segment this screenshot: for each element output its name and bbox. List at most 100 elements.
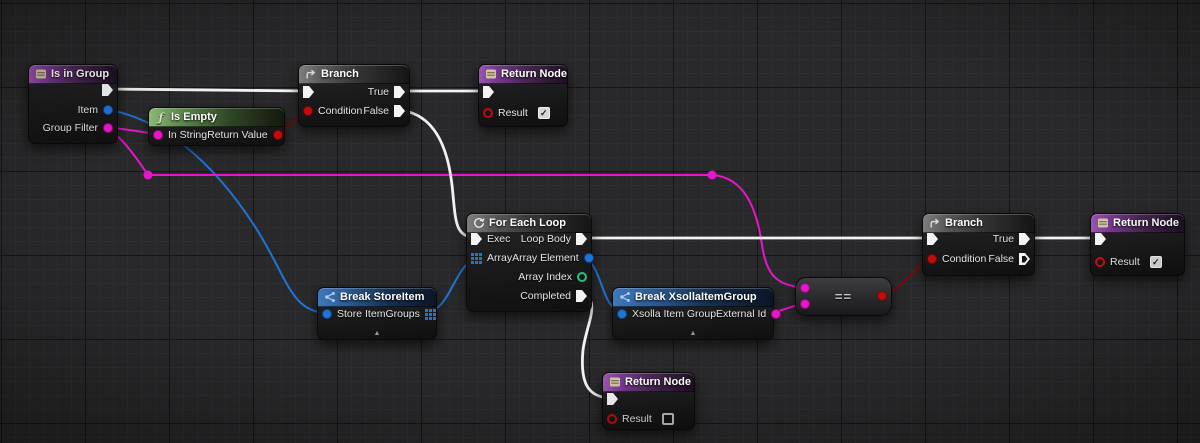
result-checkbox[interactable] [662,413,674,425]
pin-xsolla-item-group[interactable] [617,309,627,319]
pin-label: Return Value [207,129,268,141]
node-title: For Each Loop [489,217,566,229]
result-checkbox[interactable]: ✓ [1150,256,1162,268]
break-struct-icon [619,291,631,303]
pin-condition[interactable] [927,254,937,264]
pin-label: Array [487,252,512,264]
pin-result[interactable] [607,414,617,424]
pin-row: Completed [471,287,587,305]
pin-array[interactable] [471,253,482,264]
pin-completed-exec[interactable] [576,290,587,302]
pin-pin-exec[interactable] [1095,233,1106,245]
pin-label: Xsolla Item Group [632,308,716,320]
pin-exec-exec[interactable] [471,233,482,245]
pin-groups[interactable] [425,309,436,320]
pin-true-exec[interactable] [1019,233,1030,245]
expand-pins-arrow[interactable]: ▲ [613,329,773,338]
pin-label: Store Item [337,308,385,320]
pin-in-string[interactable] [153,130,163,140]
node-header[interactable]: For Each Loop [467,214,591,233]
macro-sheet-icon [609,376,621,388]
pin-condition[interactable] [303,106,313,116]
node-title: Return Node [501,68,567,80]
node-header[interactable]: Branch [923,214,1034,233]
pin-row: ConditionFalse [303,102,405,120]
pin-label: Condition [318,105,362,117]
node-branch-1[interactable]: Branch True ConditionFalse [298,64,410,127]
pin-label: Result [498,107,528,119]
pin-row: ArrayArray Element [471,249,587,267]
pin-label: Result [622,413,652,425]
pin-label: Array Element [512,252,579,264]
pin-row: Result ✓ [483,104,563,122]
pin-result[interactable] [483,108,493,118]
node-header[interactable]: Return Node [603,373,694,392]
pin-result[interactable] [1095,257,1105,267]
pin-pin-exec[interactable] [483,86,494,98]
branch-icon [929,217,941,229]
pin-array-element[interactable] [584,253,594,263]
result-checkbox[interactable]: ✓ [538,107,550,119]
node-header[interactable]: Is in Group [29,65,117,84]
pin-group-filter[interactable] [103,123,113,133]
pin-label: Item [78,104,98,116]
pin-false-exec[interactable] [1019,253,1030,265]
pin-pin-exec[interactable] [102,84,113,96]
pin-label: True [993,233,1014,245]
pin-label: External Id [716,308,766,320]
node-header[interactable]: Return Node [1091,214,1184,233]
reroute-pin[interactable] [708,171,717,180]
node-equals-equals[interactable]: == [795,277,892,316]
pin-row: Result [607,410,690,428]
node-break-storeitem[interactable]: Break StoreItem Store ItemGroups ▲ [317,287,437,340]
pin-row: ConditionFalse [927,250,1030,268]
reroute-pin[interactable] [144,171,153,180]
node-title: Branch [321,68,359,80]
pin-store-item[interactable] [322,309,332,319]
node-for-each-loop[interactable]: For Each LoopExecLoop BodyArrayArray Ele… [466,213,592,312]
pin-item[interactable] [103,105,113,115]
pin-loop-body-exec[interactable] [576,233,587,245]
node-header[interactable]: Break XsollaItemGroup [613,288,773,307]
pin-label: False [363,105,389,117]
pin-false-exec[interactable] [394,105,405,117]
node-header[interactable]: Break StoreItem [318,288,436,307]
node-return-node-3[interactable]: Return Node Result [602,372,695,430]
node-title: Is Empty [171,111,217,123]
blueprint-graph-canvas[interactable]: Is in Group Item Group Filter ƒIs EmptyIn S… [0,0,1200,443]
node-title: Is in Group [51,68,109,80]
pin-return-value[interactable] [273,130,283,140]
pin-row: Item [33,101,113,119]
break-struct-icon [324,291,336,303]
node-return-node-2[interactable]: Return NodeResult✓ [1090,213,1185,276]
pin-external-id[interactable] [771,309,781,319]
pin-label: False [988,253,1014,265]
pin-label: True [368,86,389,98]
pin-pin-exec[interactable] [927,233,938,245]
wire-reroute-2-to-equals-a[interactable] [712,175,805,287]
loop-icon [473,217,485,229]
node-title: Break StoreItem [340,291,424,303]
node-is-empty[interactable]: ƒIs EmptyIn StringReturn Value [148,107,285,146]
node-branch-2[interactable]: BranchTrue ConditionFalse [922,213,1035,276]
pin-row: Group Filter [33,119,113,137]
node-header[interactable]: Return Node [479,65,567,84]
pin-label: Loop Body [521,233,571,245]
pin-pin-exec[interactable] [607,393,618,405]
pin-true-exec[interactable] [394,86,405,98]
node-return-node-1[interactable]: Return Node Result ✓ [478,64,568,127]
node-header[interactable]: Branch [299,65,409,84]
expand-pins-arrow[interactable]: ▲ [318,329,436,338]
node-title: Return Node [625,376,691,388]
node-header[interactable]: ƒIs Empty [149,108,284,127]
pin-pin-exec[interactable] [303,86,314,98]
node-title: Break XsollaItemGroup [635,291,757,303]
pin-row [483,83,563,101]
pin-array-index[interactable] [577,272,587,282]
pin-row: ExecLoop Body [471,230,587,248]
pin-row: Store ItemGroups [322,305,432,323]
node-break-xsollaitemgroup[interactable]: Break XsollaItemGroup Xsolla Item GroupEx… [612,287,774,340]
branch-icon [305,68,317,80]
node-is-in-group[interactable]: Is in Group Item Group Filter [28,64,118,144]
wire-entry-to-branch-1[interactable] [106,89,308,91]
